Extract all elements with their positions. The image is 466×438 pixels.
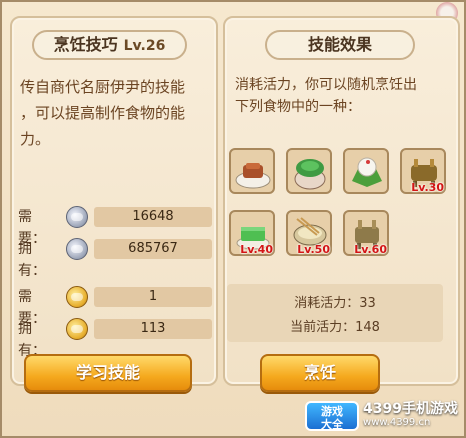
effect-line: 下列食物中的一种：	[235, 99, 361, 115]
effect-description: 消耗活力，你可以随机烹饪出 下列食物中的一种：	[235, 74, 417, 118]
food-level: Lv.60	[354, 243, 387, 256]
gold-token-icon	[66, 286, 88, 308]
skill-level: Lv.26	[123, 38, 166, 54]
skill-name: 烹饪技巧	[53, 35, 118, 54]
resource-label: 拥有：	[18, 241, 46, 279]
green-dumpling-bowl-icon[interactable]	[286, 148, 332, 194]
silver-coin-icon	[66, 238, 88, 260]
logo-line: 大全	[321, 418, 344, 431]
description-line: 传自商代名厨伊尹的技能	[20, 78, 186, 96]
skill-description: 传自商代名厨伊尹的技能 ，可以提高制作食物的能 力。	[20, 74, 185, 152]
logo-line: 游戏	[321, 405, 344, 418]
vitality-stats: 消耗活力：33 当前活力：148	[227, 284, 443, 342]
resource-value: 1	[94, 287, 212, 307]
skill-title: 烹饪技巧 Lv.26	[32, 30, 187, 60]
braised-meat-dish-icon[interactable]	[229, 148, 275, 194]
description-line: ，可以提高制作食物的能	[20, 104, 186, 122]
game-window: 烹饪技巧 Lv.26 传自商代名厨伊尹的技能 ，可以提高制作食物的能 力。 需要：…	[0, 0, 466, 438]
green-cake-icon[interactable]: Lv.40	[229, 210, 275, 256]
vitality-current: 当前活力：148	[290, 320, 380, 335]
watermark-brand: 4399手机游戏	[363, 401, 458, 417]
cook-button[interactable]: 烹饪	[260, 354, 380, 392]
description-line: 力。	[20, 130, 51, 148]
skill-info-panel: 烹饪技巧 Lv.26 传自商代名厨伊尹的技能 ，可以提高制作食物的能 力。 需要：…	[10, 16, 218, 386]
noodle-bowl-icon[interactable]: Lv.50	[286, 210, 332, 256]
bronze-ding-icon[interactable]: Lv.60	[343, 210, 389, 256]
site-watermark: 游戏 大全 4399手机游戏 www.4399.cn	[305, 400, 458, 432]
vitality-cost: 消耗活力：33	[294, 296, 376, 311]
food-level: Lv.40	[240, 243, 273, 256]
food-level: Lv.30	[411, 181, 444, 194]
learn-skill-button[interactable]: 学习技能	[24, 354, 192, 392]
food-level: Lv.50	[297, 243, 330, 256]
silver-coin-icon	[66, 206, 88, 228]
effect-title: 技能效果	[265, 30, 415, 60]
resource-value: 685767	[94, 239, 212, 259]
hotpot-icon[interactable]: Lv.30	[400, 148, 446, 194]
effect-line: 消耗活力，你可以随机烹饪出	[235, 77, 417, 93]
game-site-logo: 游戏 大全	[305, 401, 360, 431]
resource-value: 16648	[94, 207, 212, 227]
rice-dumpling-icon[interactable]	[343, 148, 389, 194]
gold-token-icon	[66, 318, 88, 340]
watermark-text: 4399手机游戏 www.4399.cn	[363, 402, 458, 430]
resource-value: 113	[94, 319, 212, 339]
watermark-url: www.4399.cn	[363, 417, 431, 428]
